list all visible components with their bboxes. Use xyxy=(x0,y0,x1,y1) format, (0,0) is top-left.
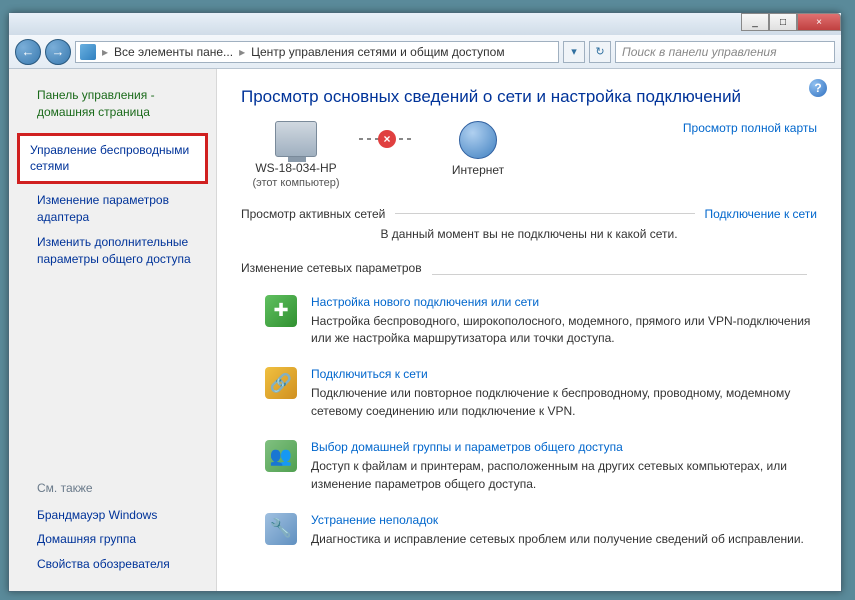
network-node-internet: Интернет xyxy=(423,121,533,179)
sidebar-link-wireless[interactable]: Управление беспроводными сетями xyxy=(17,133,208,185)
maximize-button[interactable]: □ xyxy=(769,13,797,31)
connect-network-link[interactable]: Подключение к сети xyxy=(705,207,817,221)
breadcrumb-1[interactable]: Все элементы пане... xyxy=(114,45,233,59)
setting-connect: 🔗 Подключиться к сети Подключение или по… xyxy=(241,367,817,420)
close-button[interactable]: × xyxy=(797,13,841,31)
setting-desc: Диагностика и исправление сетевых пробле… xyxy=(311,531,817,548)
setting-new-connection: ✚ Настройка нового подключения или сети … xyxy=(241,295,817,348)
node-internet-label: Интернет xyxy=(452,163,504,179)
breadcrumb-sep-icon: ▸ xyxy=(102,45,108,59)
content-area: Панель управления - домашняя страница Уп… xyxy=(9,69,841,591)
minimize-button[interactable]: _ xyxy=(741,13,769,31)
connect-icon: 🔗 xyxy=(265,367,297,399)
address-icon xyxy=(80,44,96,60)
setting-desc: Доступ к файлам и принтерам, расположенн… xyxy=(311,458,817,493)
network-map: WS-18-034-HP (этот компьютер) × Интернет… xyxy=(241,121,817,189)
new-connection-icon: ✚ xyxy=(265,295,297,327)
window: _ □ × ← → ▸ Все элементы пане... ▸ Центр… xyxy=(8,12,842,592)
divider xyxy=(432,274,807,275)
sidebar: Панель управления - домашняя страница Уп… xyxy=(9,69,217,591)
sidebar-home-link[interactable]: Панель управления - домашняя страница xyxy=(9,83,216,125)
setting-text: Подключиться к сети Подключение или повт… xyxy=(311,367,817,420)
settings-heading: Изменение сетевых параметров xyxy=(241,261,422,275)
setting-text: Устранение неполадок Диагностика и испра… xyxy=(311,513,817,548)
network-connection: × xyxy=(359,121,415,157)
setting-troubleshoot: 🔧 Устранение неполадок Диагностика и исп… xyxy=(241,513,817,548)
full-map-link[interactable]: Просмотр полной карты xyxy=(683,121,817,135)
sidebar-link-adapter[interactable]: Изменение параметров адаптера xyxy=(9,188,216,230)
network-node-pc: WS-18-034-HP (этот компьютер) xyxy=(241,121,351,189)
settings-heading-row: Изменение сетевых параметров xyxy=(241,261,817,289)
sidebar-see-also-heading: См. также xyxy=(9,477,216,499)
node-pc-sublabel: (этот компьютер) xyxy=(252,177,339,189)
refresh-button[interactable]: ↻ xyxy=(589,41,611,63)
search-input[interactable]: Поиск в панели управления xyxy=(615,41,835,63)
sidebar-see-also-homegroup[interactable]: Домашняя группа xyxy=(9,527,216,552)
setting-title-link[interactable]: Подключиться к сети xyxy=(311,367,817,381)
divider xyxy=(395,213,694,214)
node-pc-label: WS-18-034-HP xyxy=(255,161,336,177)
page-title: Просмотр основных сведений о сети и наст… xyxy=(241,87,817,107)
connection-broken-icon: × xyxy=(378,130,396,148)
help-icon[interactable]: ? xyxy=(809,79,827,97)
sidebar-see-also-firewall[interactable]: Брандмауэр Windows xyxy=(9,503,216,528)
setting-desc: Подключение или повторное подключение к … xyxy=(311,385,817,420)
setting-title-link[interactable]: Устранение неполадок xyxy=(311,513,817,527)
sidebar-spacer xyxy=(9,271,216,476)
setting-text: Выбор домашней группы и параметров общег… xyxy=(311,440,817,493)
active-networks-row: Просмотр активных сетей Подключение к се… xyxy=(241,207,817,221)
active-networks-label: Просмотр активных сетей xyxy=(241,207,385,221)
globe-icon xyxy=(459,121,497,159)
titlebar: _ □ × xyxy=(9,13,841,35)
setting-desc: Настройка беспроводного, широкополосного… xyxy=(311,313,817,348)
setting-title-link[interactable]: Выбор домашней группы и параметров общег… xyxy=(311,440,817,454)
breadcrumb-sep-icon: ▸ xyxy=(239,45,245,59)
nav-back-button[interactable]: ← xyxy=(15,39,41,65)
nav-forward-button[interactable]: → xyxy=(45,39,71,65)
main-panel: ? Просмотр основных сведений о сети и на… xyxy=(217,69,841,591)
setting-text: Настройка нового подключения или сети На… xyxy=(311,295,817,348)
computer-icon xyxy=(275,121,317,157)
window-buttons: _ □ × xyxy=(741,13,841,31)
address-dropdown-button[interactable]: ▾ xyxy=(563,41,585,63)
troubleshoot-icon: 🔧 xyxy=(265,513,297,545)
sidebar-see-also-browser[interactable]: Свойства обозревателя xyxy=(9,552,216,577)
navbar: ← → ▸ Все элементы пане... ▸ Центр управ… xyxy=(9,35,841,69)
setting-title-link[interactable]: Настройка нового подключения или сети xyxy=(311,295,817,309)
no-connection-message: В данный момент вы не подключены ни к ка… xyxy=(241,227,817,241)
breadcrumb-2[interactable]: Центр управления сетями и общим доступом xyxy=(251,45,505,59)
sidebar-link-sharing[interactable]: Изменить дополнительные параметры общего… xyxy=(9,230,216,272)
address-bar[interactable]: ▸ Все элементы пане... ▸ Центр управлени… xyxy=(75,41,559,63)
setting-homegroup: 👥 Выбор домашней группы и параметров общ… xyxy=(241,440,817,493)
homegroup-icon: 👥 xyxy=(265,440,297,472)
